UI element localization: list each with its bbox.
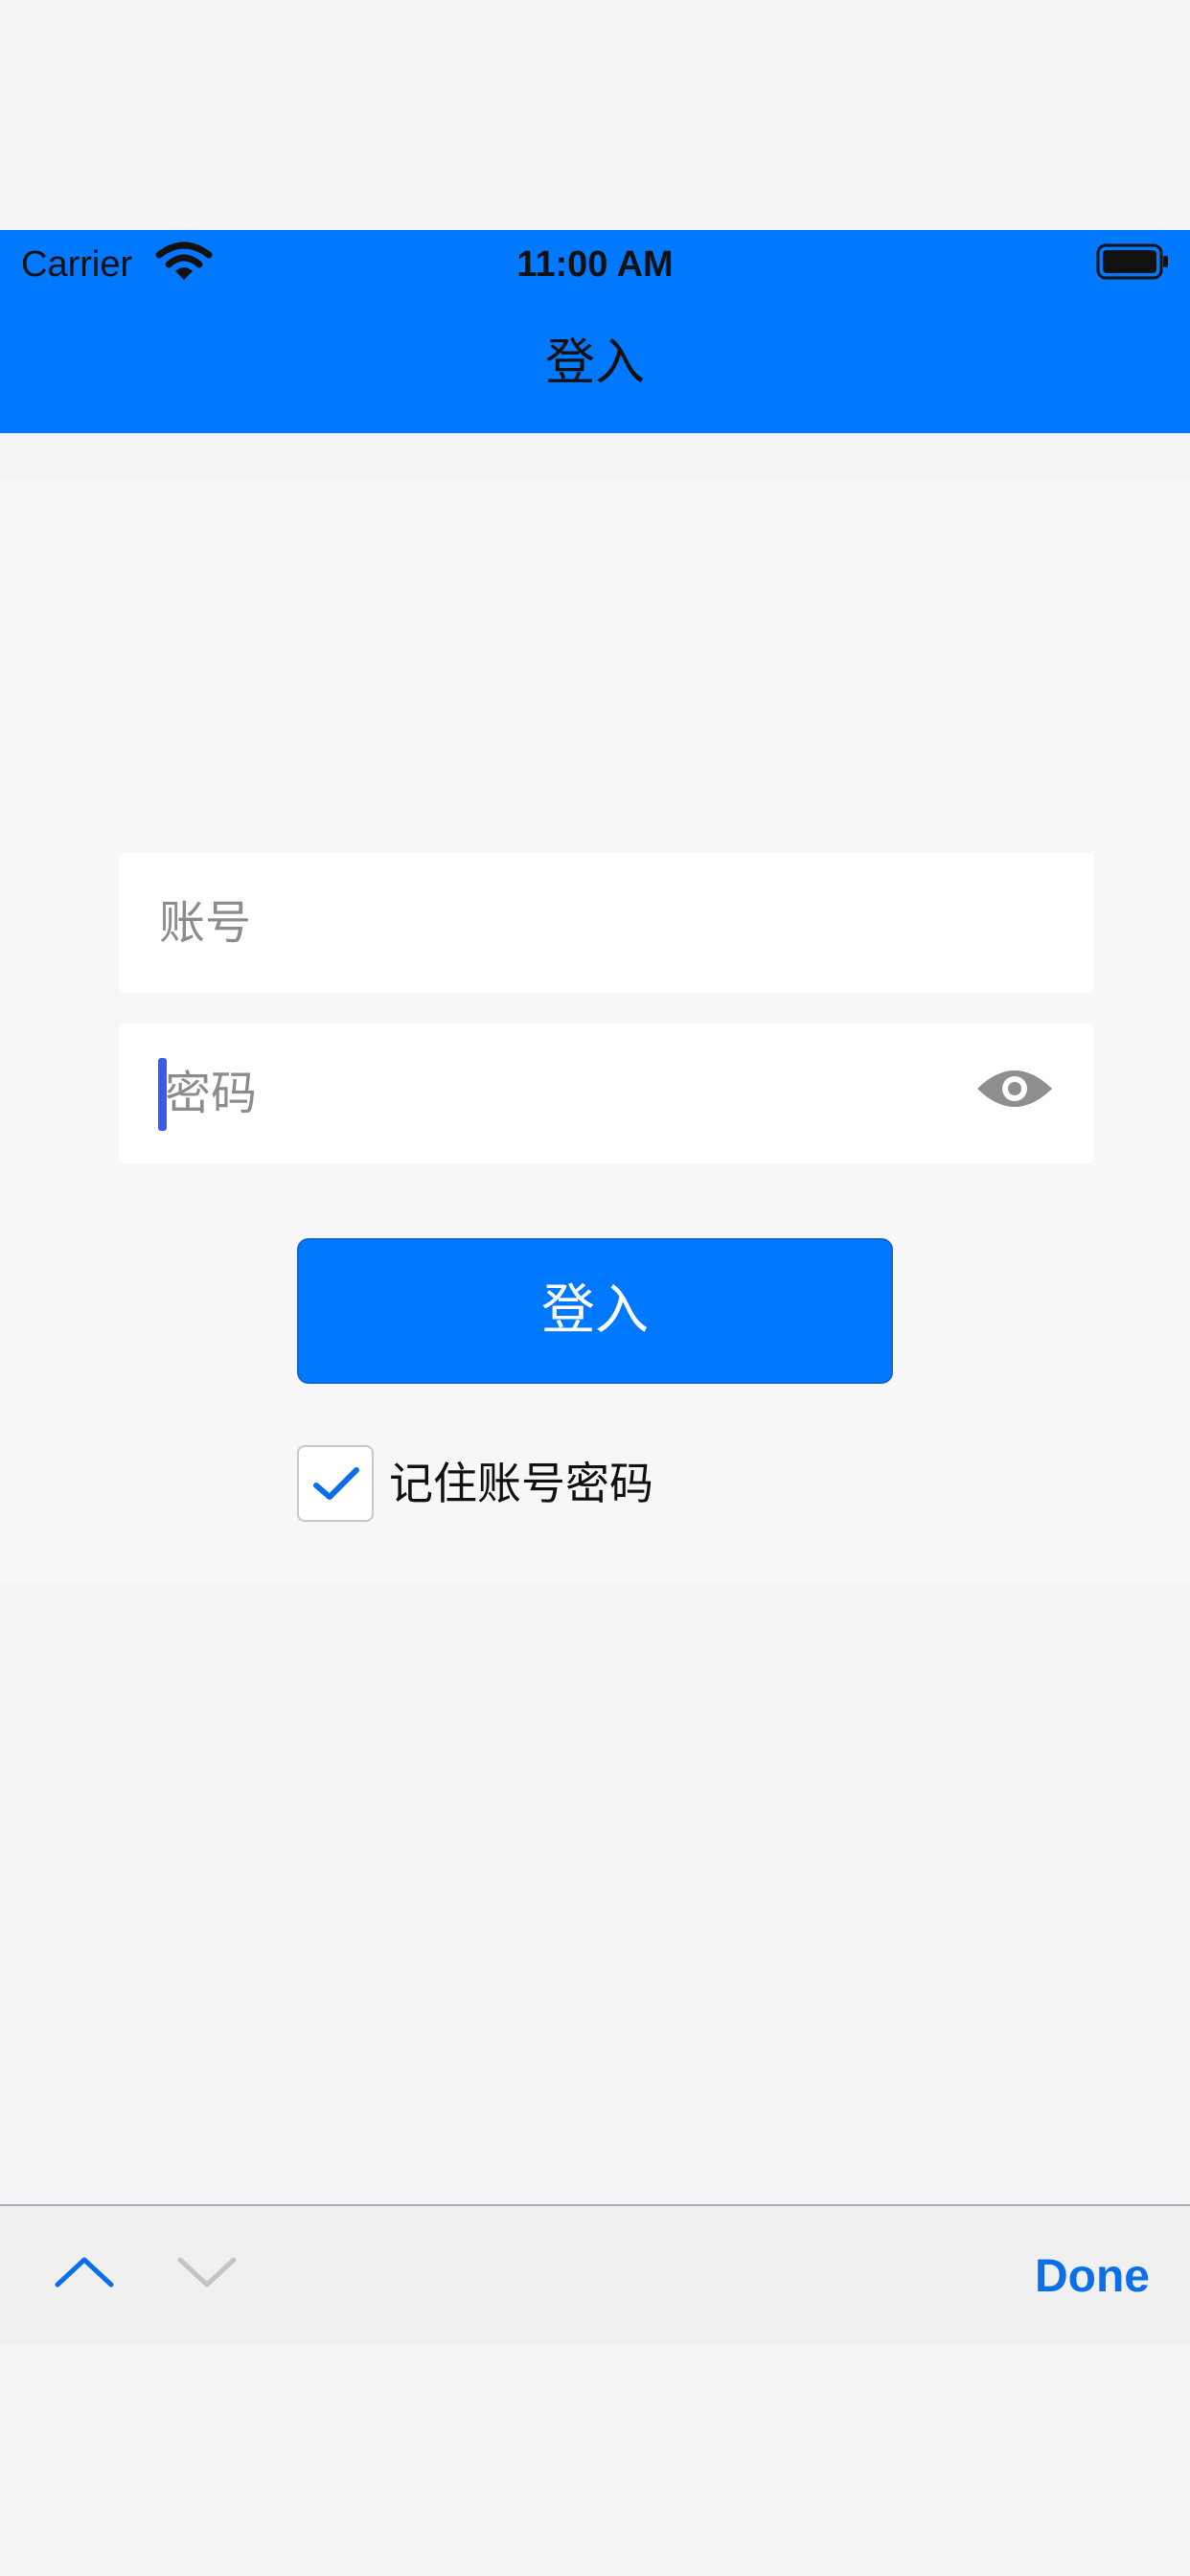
username-placeholder: 账号 bbox=[159, 896, 252, 950]
password-field[interactable] bbox=[119, 1024, 1094, 1163]
battery-full-icon bbox=[1096, 243, 1168, 280]
checkmark-icon bbox=[313, 1467, 359, 1500]
status-time: 11:00 AM bbox=[516, 244, 674, 285]
text-caret bbox=[158, 1058, 167, 1131]
page-title: 登入 bbox=[544, 334, 645, 392]
username-field[interactable] bbox=[119, 853, 1094, 993]
eye-icon[interactable] bbox=[975, 1062, 1054, 1116]
chevron-up-icon[interactable] bbox=[54, 2252, 115, 2290]
password-placeholder: 密码 bbox=[165, 1067, 258, 1120]
done-button[interactable]: Done bbox=[958, 2239, 1150, 2315]
login-button[interactable]: 登入 bbox=[297, 1238, 893, 1384]
chevron-down-icon[interactable] bbox=[176, 2252, 238, 2290]
remember-label: 记住账号密码 bbox=[389, 1458, 653, 1509]
